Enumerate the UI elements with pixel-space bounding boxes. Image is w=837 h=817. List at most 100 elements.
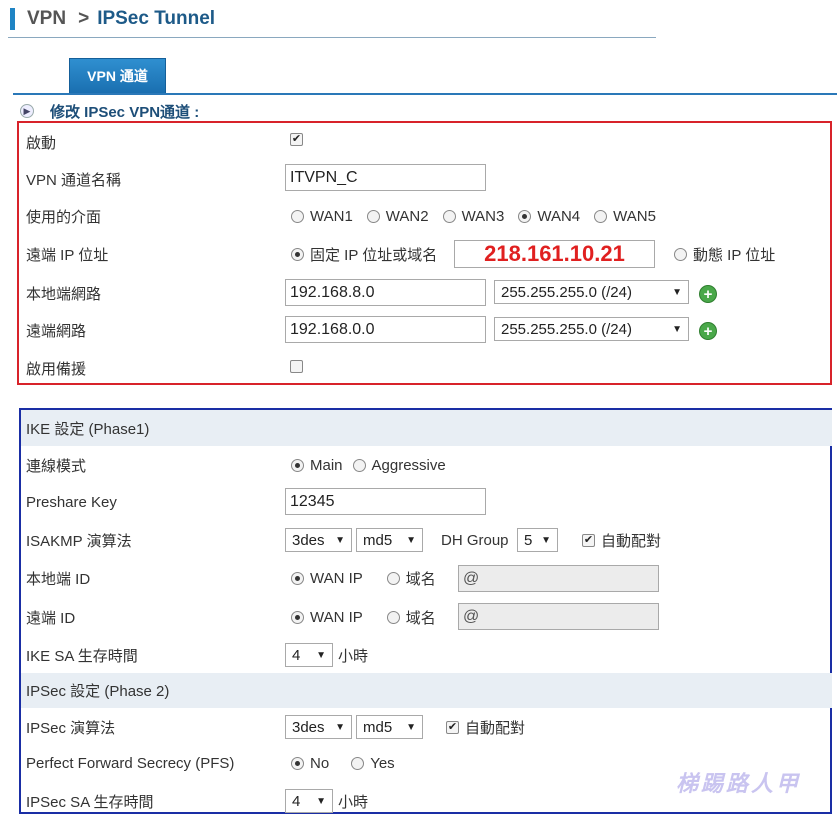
radio-remote-id-wanip[interactable] [291, 610, 304, 624]
remote-network-ip-input[interactable]: 192.168.0.0 [285, 316, 486, 343]
pfs-radio-group: No Yes [291, 751, 395, 775]
ike-mode-radio-group: Main Aggressive [291, 453, 446, 477]
radio-wan1[interactable] [291, 209, 304, 223]
radio-wan3-label: WAN3 [461, 207, 505, 225]
ike-sa-life-value: 4 [292, 646, 301, 664]
pfs-label: Perfect Forward Secrecy (PFS) [26, 754, 235, 772]
remote-network-mask-value: 255.255.255.0 (/24) [501, 320, 632, 338]
isakmp-hash-select[interactable]: md5 ▼ [356, 528, 423, 552]
ipsec-hash-value: md5 [363, 718, 393, 736]
local-id-radio-group: WAN IP 域名 [291, 566, 436, 590]
enable-label: 啟動 [26, 134, 57, 152]
radio-wan3[interactable] [442, 209, 456, 223]
radio-pfs-no[interactable] [291, 756, 304, 770]
backup-label: 啟用備援 [26, 360, 87, 378]
radio-wan5-label: WAN5 [613, 207, 656, 225]
ipsec-algo-label: IPSec 演算法 [26, 719, 116, 737]
triangle-down-icon: ▼ [316, 795, 326, 807]
dynamic-ip-label: 動態 IP 位址 [693, 246, 776, 264]
isakmp-label: ISAKMP 演算法 [26, 532, 132, 550]
local-network-ip-input[interactable]: 192.168.8.0 [285, 279, 486, 306]
radio-wan1-label: WAN1 [310, 207, 353, 225]
radio-local-id-domain[interactable] [386, 571, 400, 585]
triangle-down-icon: ▼ [541, 534, 551, 546]
remote-id-wanip-label: WAN IP [310, 608, 363, 626]
ipsec-hash-select[interactable]: md5 ▼ [356, 715, 423, 739]
radio-dynamic-ip[interactable] [674, 247, 687, 261]
remote-ip-dynamic-option: 動態 IP 位址 [674, 242, 775, 266]
remote-id-domain-label: 域名 [405, 609, 436, 627]
radio-wan4-label: WAN4 [537, 207, 581, 225]
local-network-label: 本地端網路 [26, 285, 102, 303]
triangle-down-icon: ▼ [335, 721, 345, 733]
remote-ip-label: 遠端 IP 位址 [26, 246, 109, 264]
remote-id-input[interactable]: @ [458, 603, 659, 630]
ipsec-auto-label: 自動配對 [465, 719, 526, 737]
triangle-down-icon: ▼ [672, 323, 682, 335]
ipsec-sa-life-unit: 小時 [338, 793, 369, 811]
pfs-no-label: No [310, 754, 330, 772]
ike-mode-label: 連線模式 [26, 457, 87, 475]
breadcrumb-root[interactable]: VPN [27, 8, 66, 30]
isakmp-encryption-select[interactable]: 3des ▼ [285, 528, 352, 552]
local-network-mask-select[interactable]: 255.255.255.0 (/24) ▼ [494, 280, 689, 304]
ipsec-auto-option: ✔ 自動配對 [446, 715, 525, 739]
enable-checkbox[interactable]: ✔ [290, 133, 303, 146]
remote-id-label: 遠端 ID [26, 609, 76, 627]
ike-sa-life-unit: 小時 [338, 647, 369, 665]
interface-label: 使用的介面 [26, 208, 102, 226]
ipsec-sa-life-select[interactable]: 4 ▼ [285, 789, 333, 813]
header-divider [8, 37, 656, 38]
interface-radio-group: WAN1 WAN2 WAN3 WAN4 WAN5 [291, 204, 656, 228]
psk-input[interactable]: 12345 [285, 488, 486, 515]
tunnel-name-label: VPN 通道名稱 [26, 171, 122, 189]
radio-wan5[interactable] [594, 209, 608, 223]
radio-wan2[interactable] [366, 209, 380, 223]
ike-sa-life-select[interactable]: 4 ▼ [285, 643, 333, 667]
tunnel-name-input[interactable]: ITVPN_C [285, 164, 486, 191]
triangle-down-icon: ▼ [316, 649, 326, 661]
local-id-input[interactable]: @ [458, 565, 659, 592]
isakmp-encryption-value: 3des [292, 531, 325, 549]
ipsec-sa-life-label: IPSec SA 生存時間 [26, 793, 154, 811]
radio-mode-aggressive[interactable] [352, 458, 366, 472]
ipsec-encryption-select[interactable]: 3des ▼ [285, 715, 352, 739]
watermark: 梯踢路人甲 [676, 771, 802, 797]
backup-control [290, 360, 309, 373]
psk-label: Preshare Key [26, 493, 117, 511]
radio-wan4[interactable] [518, 209, 532, 223]
isakmp-hash-value: md5 [363, 531, 393, 549]
tab-vpn-tunnel[interactable]: VPN 通道 [69, 58, 166, 94]
remote-network-mask-select[interactable]: 255.255.255.0 (/24) ▼ [494, 317, 689, 341]
remote-ip-input[interactable]: 218.161.10.21 [454, 240, 655, 268]
dh-group-select[interactable]: 5 ▼ [517, 528, 558, 552]
ike-header: IKE 設定 (Phase1) [26, 420, 150, 438]
local-network-mask-value: 255.255.255.0 (/24) [501, 283, 632, 301]
mode-main-label: Main [310, 456, 343, 474]
isakmp-auto-checkbox[interactable]: ✔ [582, 533, 595, 547]
chevron-right-circle-icon: ▶ [20, 104, 34, 118]
triangle-down-icon: ▼ [406, 534, 416, 546]
local-id-label: 本地端 ID [26, 570, 91, 588]
isakmp-auto-option: ✔ 自動配對 [582, 528, 661, 552]
breadcrumb-accent-bar [10, 8, 15, 30]
radio-local-id-wanip[interactable] [291, 571, 304, 585]
tab-underline [13, 93, 837, 95]
breadcrumb-separator: > [78, 8, 90, 29]
radio-pfs-yes[interactable] [351, 756, 365, 770]
triangle-down-icon: ▼ [406, 721, 416, 733]
section-title: ▶ 修改 IPSec VPN通道 : [20, 100, 199, 122]
add-local-network-icon[interactable]: + [699, 285, 717, 303]
dh-group-value: 5 [524, 531, 533, 549]
radio-remote-id-domain[interactable] [386, 610, 400, 624]
radio-mode-main[interactable] [291, 458, 304, 472]
ipsec-auto-checkbox[interactable]: ✔ [446, 720, 459, 734]
enable-control: ✔ [290, 133, 309, 146]
backup-checkbox[interactable] [290, 360, 303, 373]
add-remote-network-icon[interactable]: + [699, 322, 717, 340]
triangle-down-icon: ▼ [672, 286, 682, 298]
radio-fixed-ip[interactable] [291, 247, 304, 261]
breadcrumb: VPN > IPSec Tunnel [10, 6, 215, 32]
pfs-yes-label: Yes [370, 754, 395, 772]
radio-wan2-label: WAN2 [385, 207, 429, 225]
